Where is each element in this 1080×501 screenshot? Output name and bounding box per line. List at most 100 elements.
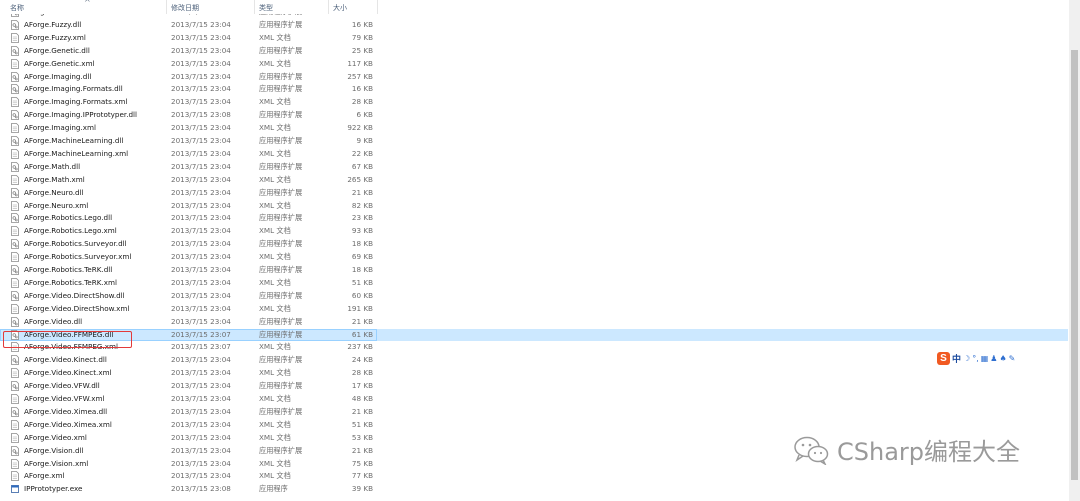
file-date: 2013/7/15 23:04 — [171, 71, 231, 81]
column-name[interactable]: 名称 — [10, 3, 24, 13]
column-divider[interactable] — [328, 0, 329, 14]
column-type[interactable]: 类型 — [259, 3, 273, 13]
file-name: AForge.Video.Kinect.dll — [24, 355, 107, 365]
file-date: 2013/7/15 23:04 — [171, 445, 231, 455]
file-name: AForge.Neuro.dll — [24, 187, 84, 197]
dll-file-icon — [11, 355, 19, 366]
file-row[interactable]: AForge.Neuro.dll 2013/7/15 23:04 应用程序扩展 21 … — [0, 187, 1068, 199]
file-row[interactable]: AForge.Math.xml 2013/7/15 23:04 XML 文档 265 … — [0, 174, 1068, 186]
file-row[interactable]: AForge.Video.Ximea.dll 2013/7/15 23:04 应用程… — [0, 406, 1068, 418]
file-row[interactable]: AForge.Robotics.Surveyor.xml 2013/7/15 23… — [0, 251, 1068, 263]
file-date: 2013/7/15 23:04 — [171, 148, 231, 158]
file-row[interactable]: AForge.Imaging.Formats.xml 2013/7/15 23:0… — [0, 96, 1068, 108]
file-size: 82 KB — [351, 200, 373, 210]
file-row[interactable]: AForge.Robotics.TeRK.dll 2013/7/15 23:04 应… — [0, 264, 1068, 276]
file-date: 2013/7/15 23:04 — [171, 226, 231, 236]
file-type: XML 文档 — [259, 226, 291, 236]
file-row[interactable]: AForge.Neuro.xml 2013/7/15 23:04 XML 文档 82 … — [0, 200, 1068, 212]
file-name: AForge.xml — [24, 471, 65, 481]
file-row[interactable]: AForge.Math.dll 2013/7/15 23:04 应用程序扩展 67 K… — [0, 161, 1068, 173]
vertical-scrollbar[interactable] — [1069, 0, 1080, 501]
file-date: 2013/7/15 23:04 — [171, 97, 231, 107]
file-name: AForge.Fuzzy.xml — [24, 32, 86, 42]
file-name: AForge.Math.dll — [24, 161, 81, 171]
dll-file-icon — [11, 71, 19, 82]
file-size: 67 KB — [351, 161, 373, 171]
file-row[interactable]: AForge.Robotics.Lego.xml 2013/7/15 23:04 X… — [0, 225, 1068, 237]
file-date: 2013/7/15 23:04 — [171, 265, 231, 274]
red-highlight-box — [3, 331, 132, 348]
file-type: XML 文档 — [259, 148, 291, 158]
dll-file-icon — [11, 45, 19, 56]
column-date[interactable]: 修改日期 — [171, 3, 199, 13]
file-name: AForge.Fuzzy.dll — [24, 19, 82, 29]
voice-icon[interactable]: ♟ — [990, 354, 997, 363]
file-type: XML 文档 — [259, 123, 291, 133]
file-row[interactable]: AForge.Fuzzy.xml 2013/7/15 23:04 XML 文档 79 … — [0, 32, 1068, 44]
wrench-icon[interactable]: ✎ — [1009, 354, 1016, 363]
sogou-logo-icon[interactable]: S — [937, 351, 950, 365]
file-size: 21 KB — [351, 445, 373, 455]
file-row[interactable]: AForge.Video.VFW.xml 2013/7/15 23:04 XML 文… — [0, 393, 1068, 405]
file-size: 117 KB — [347, 58, 373, 68]
file-row[interactable]: AForge.Robotics.TeRK.xml 2013/7/15 23:04 X… — [0, 277, 1068, 289]
file-type: XML 文档 — [259, 394, 291, 403]
file-size: 51 KB — [351, 277, 373, 287]
file-name: AForge.Math.xml — [24, 174, 85, 184]
column-divider[interactable] — [377, 0, 378, 14]
file-row[interactable]: AForge.Robotics.Lego.dll 2013/7/15 23:04 应… — [0, 212, 1068, 224]
ime-toolbar: S 中 ☽ °, ▦ ♟ ♠ ✎ — [937, 351, 1015, 365]
file-row[interactable]: AForge.Video.FFMPEG.dll 2013/7/15 23:07 应用… — [0, 328, 1068, 341]
file-row[interactable]: AForge.Genetic.xml 2013/7/15 23:04 XML 文档 1… — [0, 58, 1068, 70]
file-type: XML 文档 — [259, 432, 291, 442]
file-row[interactable]: AForge.Imaging.dll 2013/7/15 23:04 应用程序扩展 2… — [0, 71, 1068, 83]
file-size: 77 KB — [351, 471, 373, 481]
file-date: 2013/7/15 23:04 — [171, 394, 231, 403]
file-name: AForge.MachineLearning.dll — [24, 136, 124, 145]
column-divider[interactable] — [166, 0, 167, 14]
file-date: 2013/7/15 23:04 — [171, 45, 231, 55]
file-date: 2013/7/15 23:04 — [171, 187, 231, 197]
file-date: 2013/7/15 23:04 — [171, 174, 231, 184]
moon-icon[interactable]: ☽ — [963, 354, 970, 363]
file-row[interactable]: AForge.Imaging.xml 2013/7/15 23:04 XML 文档 9… — [0, 122, 1068, 134]
file-row[interactable]: IPPrototyper.exe 2013/7/15 23:08 应用程序 39 KB — [0, 483, 1068, 495]
file-name: AForge.Robotics.TeRK.dll — [24, 265, 113, 274]
file-row[interactable]: AForge.Video.dll 2013/7/15 23:04 应用程序扩展 21 … — [0, 316, 1068, 328]
dll-file-icon — [11, 381, 19, 391]
xml-file-icon — [11, 97, 19, 108]
file-row[interactable]: AForge.Video.Ximea.xml 2013/7/15 23:04 XML… — [0, 419, 1068, 431]
file-row[interactable]: AForge.Robotics.Surveyor.dll 2013/7/15 23… — [0, 238, 1068, 250]
column-size[interactable]: 大小 — [333, 3, 347, 13]
file-row[interactable]: AForge.Fuzzy.dll 2013/7/15 23:04 应用程序扩展 16 … — [0, 19, 1068, 31]
skin-shirt-icon[interactable]: ♠ — [999, 354, 1006, 363]
file-date: 2013/7/15 23:04 — [171, 406, 231, 416]
file-row[interactable]: AForge.Imaging.IPPrototyper.dll 2013/7/15… — [0, 109, 1068, 121]
file-name: AForge.Video.dll — [24, 316, 83, 326]
file-date: 2013/7/15 23:04 — [171, 432, 231, 442]
file-row[interactable]: AForge.Video.VFW.dll 2013/7/15 23:04 应用程序扩… — [0, 380, 1068, 392]
file-row[interactable]: AForge.Imaging.Formats.dll 2013/7/15 23:0… — [0, 83, 1068, 95]
file-name: AForge.Video.Ximea.dll — [24, 406, 108, 416]
file-type: 应用程序扩展 — [259, 265, 303, 274]
file-date: 2013/7/15 23:04 — [171, 123, 231, 133]
file-row[interactable]: AForge.Video.DirectShow.dll 2013/7/15 23:… — [0, 290, 1068, 302]
file-type: 应用程序扩展 — [259, 445, 303, 455]
file-row[interactable]: AForge.MachineLearning.dll 2013/7/15 23:0… — [0, 135, 1068, 147]
file-row[interactable]: AForge.Video.FFMPEG.xml 2013/7/15 23:07 XM… — [0, 341, 1068, 353]
file-row[interactable]: AForge.Video.Kinect.dll 2013/7/15 23:04 应用… — [0, 354, 1068, 366]
ime-language-toggle[interactable]: 中 — [952, 352, 961, 365]
file-type: 应用程序扩展 — [259, 213, 303, 223]
column-divider[interactable] — [254, 0, 255, 14]
scrollbar-thumb[interactable] — [1071, 50, 1078, 480]
dll-file-icon — [11, 84, 19, 95]
file-row[interactable]: AForge.Genetic.dll 2013/7/15 23:04 应用程序扩展 2… — [0, 45, 1068, 57]
file-name: AForge.Imaging.Formats.xml — [24, 97, 128, 107]
file-row[interactable]: AForge.Video.Kinect.xml 2013/7/15 23:04 XM… — [0, 367, 1068, 379]
punctuation-icon[interactable]: °, — [972, 354, 979, 363]
file-row[interactable]: AForge.Video.DirectShow.xml 2013/7/15 23:… — [0, 303, 1068, 315]
file-row[interactable]: AForge.xml 2013/7/15 23:04 XML 文档 77 KB — [0, 470, 1068, 482]
xml-file-icon — [11, 458, 19, 469]
keyboard-icon[interactable]: ▦ — [981, 354, 989, 363]
file-row[interactable]: AForge.MachineLearning.xml 2013/7/15 23:0… — [0, 148, 1068, 160]
